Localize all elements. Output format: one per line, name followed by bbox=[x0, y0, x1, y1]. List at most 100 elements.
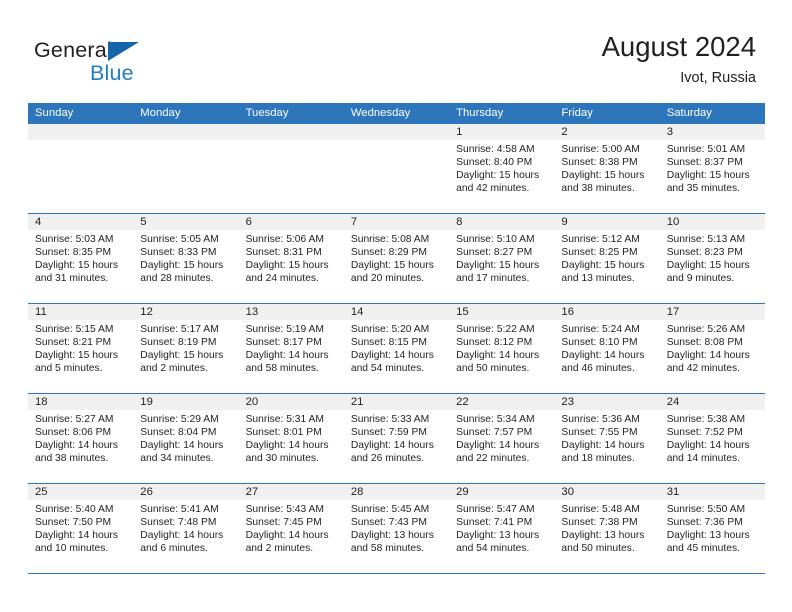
calendar-day-cell[interactable]: 28 Sunrise: 5:45 AM Sunset: 7:43 PM Dayligh… bbox=[343, 484, 450, 573]
day-info-line: Sunset: 8:12 PM bbox=[456, 337, 533, 349]
day-number-band: 10 bbox=[659, 214, 765, 230]
calendar-day-cell[interactable]: 14 Sunrise: 5:20 AM Sunset: 8:15 PM Dayligh… bbox=[343, 304, 450, 393]
day-info-line: Sunrise: 5:27 AM bbox=[35, 414, 114, 425]
day-info-line: Sunrise: 5:34 AM bbox=[456, 414, 535, 425]
day-number-band: 11 bbox=[28, 304, 134, 320]
calendar-day-cell[interactable]: 11 Sunrise: 5:15 AM Sunset: 8:21 PM Dayligh… bbox=[28, 304, 134, 393]
weekday-header-saturday: Saturday bbox=[666, 107, 712, 119]
calendar-day-cell[interactable]: 10 Sunrise: 5:13 AM Sunset: 8:23 PM Dayligh… bbox=[659, 214, 765, 303]
calendar-day-cell[interactable]: 8 Sunrise: 5:10 AM Sunset: 8:27 PM Daylight… bbox=[449, 214, 555, 303]
page-title: August 2024 bbox=[601, 31, 756, 62]
calendar-day-cell[interactable]: 2 Sunrise: 5:00 AM Sunset: 8:38 PM Daylight… bbox=[554, 124, 660, 213]
day-info-line: Sunset: 7:59 PM bbox=[350, 427, 427, 439]
calendar-day-cell[interactable]: 30 Sunrise: 5:48 AM Sunset: 7:38 PM Dayligh… bbox=[554, 484, 660, 573]
calendar-day-cell-empty bbox=[28, 124, 134, 213]
day-number: 10 bbox=[666, 216, 680, 228]
day-info-line: and 46 minutes. bbox=[561, 363, 635, 375]
calendar-day-cell[interactable]: 23 Sunrise: 5:36 AM Sunset: 7:55 PM Dayligh… bbox=[554, 394, 660, 483]
day-number-band: 30 bbox=[554, 484, 660, 500]
page-header: General Blue August 2024 Ivot, Russia bbox=[0, 0, 792, 98]
calendar-day-cell[interactable]: 4 Sunrise: 5:03 AM Sunset: 8:35 PM Daylight… bbox=[28, 214, 134, 303]
day-info-line: Sunrise: 5:47 AM bbox=[456, 504, 535, 515]
calendar-day-cell-empty bbox=[343, 124, 450, 213]
day-number: 22 bbox=[456, 396, 469, 408]
day-number: 1 bbox=[456, 126, 463, 138]
day-info-line: and 38 minutes. bbox=[35, 453, 109, 465]
day-info-line: Sunset: 8:10 PM bbox=[561, 337, 638, 349]
day-info-line: Sunset: 8:37 PM bbox=[666, 157, 743, 169]
day-info-line: Sunset: 7:57 PM bbox=[456, 427, 533, 439]
weekday-header-row: Sunday Monday Tuesday Wednesday Thursday Frid… bbox=[28, 103, 765, 124]
day-number: 2 bbox=[561, 126, 568, 138]
day-info-line: Daylight: 15 hours bbox=[456, 260, 540, 272]
calendar-day-cell[interactable]: 24 Sunrise: 5:38 AM Sunset: 7:52 PM Dayligh… bbox=[659, 394, 765, 483]
calendar-day-cell[interactable]: 13 Sunrise: 5:19 AM Sunset: 8:17 PM Dayligh… bbox=[238, 304, 344, 393]
calendar-day-cell[interactable]: 1 Sunrise: 4:58 AM Sunset: 8:40 PM Daylight… bbox=[449, 124, 555, 213]
day-info-line: Sunrise: 5:50 AM bbox=[666, 504, 746, 515]
calendar-day-cell[interactable]: 26 Sunrise: 5:41 AM Sunset: 7:48 PM Dayligh… bbox=[133, 484, 239, 573]
day-number-band: 6 bbox=[238, 214, 344, 230]
day-info-line: Daylight: 14 hours bbox=[245, 350, 329, 362]
calendar-day-cell[interactable]: 16 Sunrise: 5:24 AM Sunset: 8:10 PM Dayligh… bbox=[554, 304, 660, 393]
day-number: 5 bbox=[140, 216, 147, 228]
calendar-day-cell[interactable]: 5 Sunrise: 5:05 AM Sunset: 8:33 PM Daylight… bbox=[133, 214, 239, 303]
day-info-line: Sunrise: 5:45 AM bbox=[350, 504, 430, 515]
day-number-band: 1 bbox=[449, 124, 555, 140]
calendar-day-cell[interactable]: 9 Sunrise: 5:12 AM Sunset: 8:25 PM Daylight… bbox=[554, 214, 660, 303]
day-sun-info: Sunrise: 5:17 AM Sunset: 8:19 PM Daylight:… bbox=[133, 320, 238, 375]
calendar-day-cell[interactable]: 25 Sunrise: 5:40 AM Sunset: 7:50 PM Dayligh… bbox=[28, 484, 134, 573]
calendar-day-cell[interactable]: 19 Sunrise: 5:29 AM Sunset: 8:04 PM Dayligh… bbox=[133, 394, 239, 483]
day-info-line: Daylight: 14 hours bbox=[456, 440, 540, 452]
day-info-line: and 14 minutes. bbox=[666, 453, 740, 465]
day-info-line: Sunset: 8:15 PM bbox=[350, 337, 427, 349]
day-info-line: Sunrise: 5:12 AM bbox=[561, 234, 640, 245]
day-number-band: 31 bbox=[659, 484, 765, 500]
weekday-header-thursday: Thursday bbox=[456, 107, 504, 119]
day-info-line: Sunset: 8:29 PM bbox=[350, 247, 427, 259]
day-number: 3 bbox=[666, 126, 673, 138]
day-info-line: Sunset: 8:17 PM bbox=[245, 337, 322, 349]
logo-text-blue: Blue bbox=[90, 61, 134, 85]
day-info-line: and 38 minutes. bbox=[561, 183, 635, 195]
day-info-line: Daylight: 14 hours bbox=[140, 440, 224, 452]
day-sun-info: Sunrise: 5:10 AM Sunset: 8:27 PM Daylight:… bbox=[449, 230, 554, 285]
day-info-line: and 2 minutes. bbox=[245, 543, 314, 555]
day-info-line: and 22 minutes. bbox=[456, 453, 530, 465]
day-info-line: Daylight: 14 hours bbox=[666, 350, 750, 362]
day-info-line: Sunset: 8:25 PM bbox=[561, 247, 638, 259]
calendar-day-cell-empty bbox=[238, 124, 344, 213]
calendar-week-row: 25 Sunrise: 5:40 AM Sunset: 7:50 PM Dayligh… bbox=[28, 484, 765, 574]
calendar-day-cell[interactable]: 18 Sunrise: 5:27 AM Sunset: 8:06 PM Dayligh… bbox=[28, 394, 134, 483]
calendar-page: General Blue August 2024 Ivot, Russia Su… bbox=[0, 0, 792, 612]
day-sun-info: Sunrise: 5:43 AM Sunset: 7:45 PM Daylight:… bbox=[239, 500, 344, 555]
calendar-day-cell[interactable]: 3 Sunrise: 5:01 AM Sunset: 8:37 PM Daylight… bbox=[659, 124, 765, 213]
calendar-day-cell[interactable]: 27 Sunrise: 5:43 AM Sunset: 7:45 PM Dayligh… bbox=[238, 484, 344, 573]
day-number: 15 bbox=[456, 306, 469, 318]
day-info-line: Daylight: 14 hours bbox=[666, 440, 750, 452]
day-sun-info: Sunrise: 4:58 AM Sunset: 8:40 PM Daylight:… bbox=[449, 140, 554, 195]
calendar-day-cell[interactable]: 12 Sunrise: 5:17 AM Sunset: 8:19 PM Dayligh… bbox=[133, 304, 239, 393]
day-sun-info: Sunrise: 5:15 AM Sunset: 8:21 PM Daylight:… bbox=[28, 320, 133, 375]
calendar-day-cell[interactable]: 21 Sunrise: 5:33 AM Sunset: 7:59 PM Dayligh… bbox=[343, 394, 450, 483]
calendar-day-cell[interactable]: 29 Sunrise: 5:47 AM Sunset: 7:41 PM Dayligh… bbox=[449, 484, 555, 573]
day-info-line: Sunrise: 5:03 AM bbox=[35, 234, 114, 245]
day-sun-info: Sunrise: 5:50 AM Sunset: 7:36 PM Daylight:… bbox=[660, 500, 765, 555]
calendar-day-cell[interactable]: 31 Sunrise: 5:50 AM Sunset: 7:36 PM Dayligh… bbox=[659, 484, 765, 573]
general-blue-logo[interactable]: General Blue bbox=[34, 38, 254, 88]
day-number: 21 bbox=[350, 396, 364, 408]
day-info-line: Sunrise: 5:05 AM bbox=[140, 234, 219, 245]
day-info-line: Sunrise: 5:10 AM bbox=[456, 234, 535, 245]
calendar-day-cell[interactable]: 17 Sunrise: 5:26 AM Sunset: 8:08 PM Dayligh… bbox=[659, 304, 765, 393]
day-info-line: Daylight: 15 hours bbox=[456, 170, 540, 182]
day-info-line: and 42 minutes. bbox=[666, 363, 740, 375]
day-info-line: Sunset: 7:43 PM bbox=[350, 517, 427, 529]
day-number: 25 bbox=[35, 486, 48, 498]
calendar-day-cell[interactable]: 22 Sunrise: 5:34 AM Sunset: 7:57 PM Dayligh… bbox=[449, 394, 555, 483]
calendar-day-cell[interactable]: 20 Sunrise: 5:31 AM Sunset: 8:01 PM Dayligh… bbox=[238, 394, 344, 483]
calendar-day-cell[interactable]: 6 Sunrise: 5:06 AM Sunset: 8:31 PM Daylight… bbox=[238, 214, 344, 303]
calendar-day-cell[interactable]: 7 Sunrise: 5:08 AM Sunset: 8:29 PM Daylight… bbox=[343, 214, 450, 303]
day-number-band: 25 bbox=[28, 484, 134, 500]
calendar-day-cell[interactable]: 15 Sunrise: 5:22 AM Sunset: 8:12 PM Dayligh… bbox=[449, 304, 555, 393]
day-sun-info: Sunrise: 5:34 AM Sunset: 7:57 PM Daylight:… bbox=[449, 410, 554, 465]
day-sun-info: Sunrise: 5:00 AM Sunset: 8:38 PM Daylight:… bbox=[554, 140, 659, 195]
